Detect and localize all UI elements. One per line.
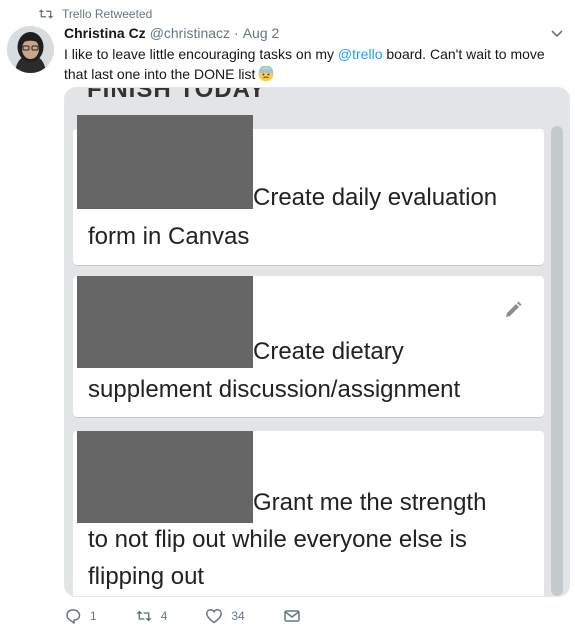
tweet-text: I like to leave little encouraging tasks… bbox=[64, 44, 564, 84]
pencil-icon[interactable] bbox=[503, 300, 523, 320]
author-name[interactable]: Christina Cz bbox=[64, 25, 146, 41]
tweet-timestamp[interactable]: Aug 2 bbox=[243, 25, 280, 41]
card-text-line: to not flip out while everyone else is bbox=[88, 526, 467, 553]
trello-card[interactable]: Grant me the strength to not flip out wh… bbox=[73, 431, 544, 596]
retweeted-by-bar: Trello Retweeted bbox=[38, 6, 152, 22]
reply-icon bbox=[66, 609, 81, 624]
card-text-line: form in Canvas bbox=[88, 223, 250, 250]
attached-image-trello-list[interactable]: FINISH TODAY Create daily evaluation for… bbox=[64, 87, 570, 597]
reply-count: 1 bbox=[90, 609, 97, 623]
trello-list-title: FINISH TODAY bbox=[87, 87, 266, 103]
redaction-block bbox=[77, 115, 253, 209]
like-count: 34 bbox=[231, 609, 245, 623]
card-text-line: Grant me the strength bbox=[253, 489, 487, 516]
tweet-header: Christina Cz @christinacz · Aug 2 bbox=[64, 25, 279, 41]
tweet-actions: 1 4 34 bbox=[64, 606, 347, 626]
heart-icon bbox=[206, 608, 223, 624]
trello-card[interactable]: Create daily evaluation form in Canvas bbox=[73, 115, 544, 265]
redaction-block bbox=[77, 431, 253, 523]
anxious-face-emoji bbox=[258, 65, 274, 82]
list-scrollbar[interactable] bbox=[551, 126, 563, 596]
tweet-text-start: I like to leave little encouraging tasks… bbox=[64, 46, 338, 62]
card-text-line: Create dietary bbox=[253, 338, 404, 365]
retweet-count: 4 bbox=[160, 609, 168, 623]
separator-dot: · bbox=[234, 25, 239, 41]
avatar[interactable] bbox=[7, 26, 54, 73]
mention-link[interactable]: @trello bbox=[338, 46, 383, 62]
redaction-block bbox=[77, 276, 253, 368]
card-text-line: flipping out bbox=[88, 563, 205, 590]
direct-message-button[interactable] bbox=[283, 607, 309, 625]
author-handle[interactable]: @christinacz bbox=[150, 25, 230, 41]
like-button[interactable]: 34 bbox=[205, 607, 245, 625]
retweeted-by-label[interactable]: Trello Retweeted bbox=[62, 7, 152, 21]
chevron-down-icon[interactable] bbox=[549, 26, 565, 42]
card-text-line: Create daily evaluation bbox=[253, 184, 498, 211]
trello-card[interactable]: Create dietary supplement discussion/ass… bbox=[73, 276, 544, 417]
retweet-icon bbox=[136, 610, 152, 622]
envelope-icon bbox=[283, 610, 300, 622]
retweet-icon bbox=[38, 7, 54, 21]
card-text-line: supplement discussion/assignment bbox=[88, 376, 461, 403]
retweet-button[interactable]: 4 bbox=[135, 607, 168, 625]
reply-button[interactable]: 1 bbox=[64, 607, 97, 625]
